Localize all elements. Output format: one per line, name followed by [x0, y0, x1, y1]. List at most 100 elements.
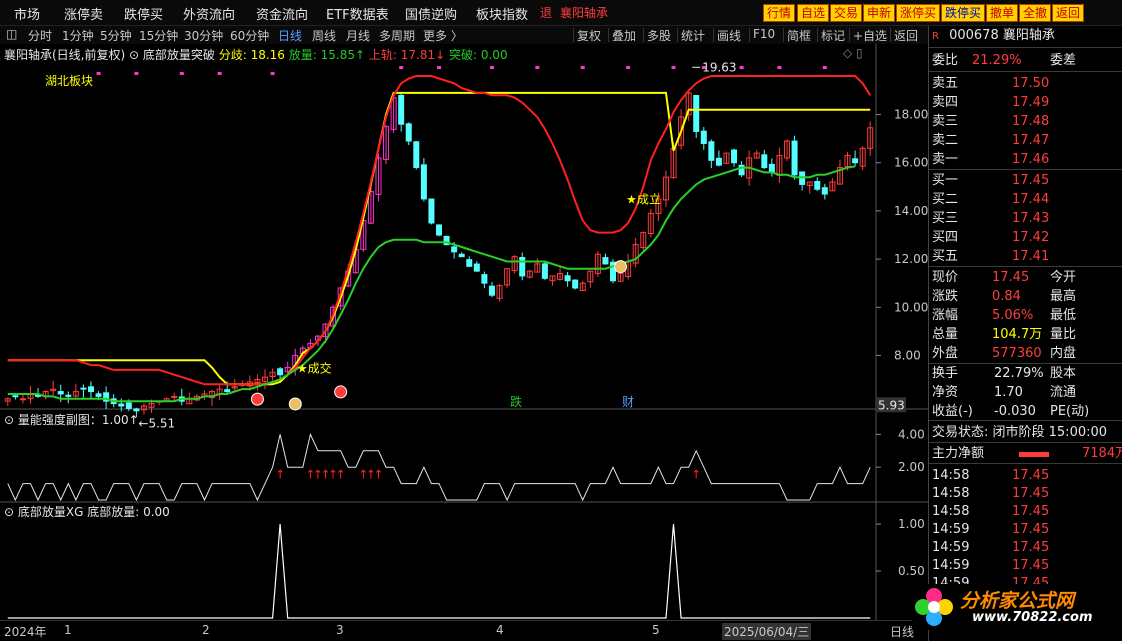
chart-tool-button[interactable]: 统计: [681, 27, 705, 44]
chart-tool-button[interactable]: 复权: [577, 27, 601, 44]
menu-item[interactable]: 国债逆购: [405, 4, 457, 23]
y-tick-label: 10.00: [894, 300, 928, 314]
bid-label: 买一: [932, 173, 959, 188]
candle-body: [481, 274, 488, 284]
stat-label: 净资: [932, 385, 959, 400]
candle-body: [65, 394, 72, 397]
toolbar-button[interactable]: 行情: [763, 4, 796, 22]
period-tab[interactable]: 15分钟: [139, 27, 178, 44]
tick-price: 17.45: [1012, 468, 1050, 483]
ask-label: 卖二: [932, 133, 959, 148]
period-tab[interactable]: 60分钟: [230, 27, 269, 44]
toolbar-button[interactable]: 申新: [863, 4, 896, 22]
signal-dot: [626, 66, 631, 69]
candle-body: [451, 246, 458, 253]
menu-item[interactable]: 外资流向: [183, 4, 235, 23]
ask-row: 卖二 17.47: [932, 131, 1122, 150]
period-tab[interactable]: 日线: [278, 27, 302, 44]
menu-item[interactable]: ETF数据表: [326, 4, 389, 23]
bid-row: 买二 17.44: [932, 190, 1122, 209]
month-label: 4: [496, 623, 504, 637]
flower-logo-icon: [915, 588, 953, 626]
stat-label: 现价: [932, 270, 959, 285]
signal-dot: [671, 66, 676, 69]
series-line-底部放量: [7, 524, 871, 619]
separator: [783, 28, 784, 42]
period-tab[interactable]: 月线: [346, 27, 370, 44]
chart-tool-button[interactable]: 叠加: [612, 27, 636, 44]
menu-stock-name[interactable]: 襄阳轴承: [560, 4, 608, 21]
watermark-logo: 分析家公式网 www.70822.com: [912, 584, 1112, 630]
stat-value: 577360: [992, 346, 1042, 361]
toolbar-button[interactable]: 自选: [797, 4, 830, 22]
chart-tool-button[interactable]: 标记: [821, 27, 845, 44]
candle-body: [821, 187, 828, 195]
ask-price: 17.50: [1012, 76, 1050, 91]
stat-label2: PE(动): [1050, 404, 1090, 419]
menu-exit[interactable]: 退: [540, 4, 552, 21]
ask-label: 卖五: [932, 76, 959, 91]
tick-time: 14:59: [932, 558, 970, 573]
candle-body: [564, 275, 571, 282]
menu-item[interactable]: 涨停卖: [64, 4, 103, 23]
toolbar-button[interactable]: 交易: [830, 4, 863, 22]
menu-item[interactable]: 资金流向: [256, 4, 308, 23]
month-label: 1: [64, 623, 72, 637]
period-tab[interactable]: 更多 〉: [423, 27, 463, 44]
chart-tool-button[interactable]: 画线: [717, 27, 741, 44]
stat-label2: 量比: [1050, 327, 1077, 342]
period-tab[interactable]: 1分钟: [62, 27, 94, 44]
low-label: ←5.51: [138, 416, 175, 430]
candle-body: [95, 393, 102, 397]
candle-body: [413, 141, 420, 169]
candle-body: [602, 257, 609, 265]
toolbar-button[interactable]: 全撤: [1019, 4, 1052, 22]
menu-item[interactable]: 市场: [14, 4, 40, 23]
ask-row: 卖一 17.46: [932, 150, 1122, 169]
toolbar-button[interactable]: 撤单: [986, 4, 1019, 22]
toolbar-button[interactable]: 返回: [1052, 4, 1085, 22]
stat-label2: 内盘: [1050, 346, 1077, 361]
period-tab[interactable]: 5分钟: [100, 27, 132, 44]
stat-label: 收益(-): [932, 404, 973, 419]
chart-tool-button[interactable]: 返回: [894, 27, 918, 44]
strength-arrow: ↑: [336, 468, 346, 482]
candle-body: [715, 157, 722, 166]
chart-tool-button[interactable]: 简框: [787, 27, 811, 44]
candle-body: [19, 398, 26, 401]
y-tick-label: 14.00: [894, 204, 928, 218]
ask-price: 17.46: [1012, 152, 1050, 167]
period-tab[interactable]: 多周期: [379, 27, 415, 44]
signal-dot: [134, 72, 139, 75]
period-tab[interactable]: 分时: [28, 27, 52, 44]
collapse-icon[interactable]: ⊙: [4, 413, 18, 427]
candle-body: [224, 389, 231, 393]
separator: [643, 28, 644, 42]
date-axis: 2024年 1 2 3 4 5 2025/06/04/三 日线: [0, 620, 928, 641]
tick-row: 14:59 17.45: [932, 538, 1122, 557]
ask-row: 卖四 17.49: [932, 93, 1122, 112]
toolbar-button[interactable]: 跌停买: [941, 4, 986, 22]
bid-label: 买三: [932, 211, 959, 226]
series-line-量能强度: [7, 432, 871, 502]
toolbar-button[interactable]: 涨停买: [896, 4, 941, 22]
chart-tool-button[interactable]: F10: [753, 27, 775, 41]
separator: [890, 28, 891, 42]
stat-row: 净资 1.70 流通: [932, 383, 1122, 402]
menu-item[interactable]: 跌停买: [124, 4, 163, 23]
period-tab[interactable]: 30分钟: [184, 27, 223, 44]
tick-time: 14:59: [932, 540, 970, 555]
period-tab[interactable]: 周线: [312, 27, 336, 44]
bid-price: 17.42: [1012, 230, 1050, 245]
event-icon: [250, 392, 264, 406]
chart-tool-button[interactable]: +自选: [853, 27, 887, 44]
chart-tool-button[interactable]: 多股: [647, 27, 671, 44]
chart-area[interactable]: 8.00 10.00 12.00 14.00 16.00 18.00 19.63 ←5.51 ★…: [0, 44, 928, 620]
separator: [677, 28, 678, 42]
collapse-icon[interactable]: ⊙: [4, 505, 18, 519]
stat-row: 涨跌 0.84 最高: [932, 287, 1122, 306]
strength-arrow: ↑: [275, 468, 285, 482]
layout-icon[interactable]: ◫: [6, 27, 17, 41]
signal-dot: [399, 66, 404, 69]
menu-item[interactable]: 板块指数: [476, 4, 528, 23]
